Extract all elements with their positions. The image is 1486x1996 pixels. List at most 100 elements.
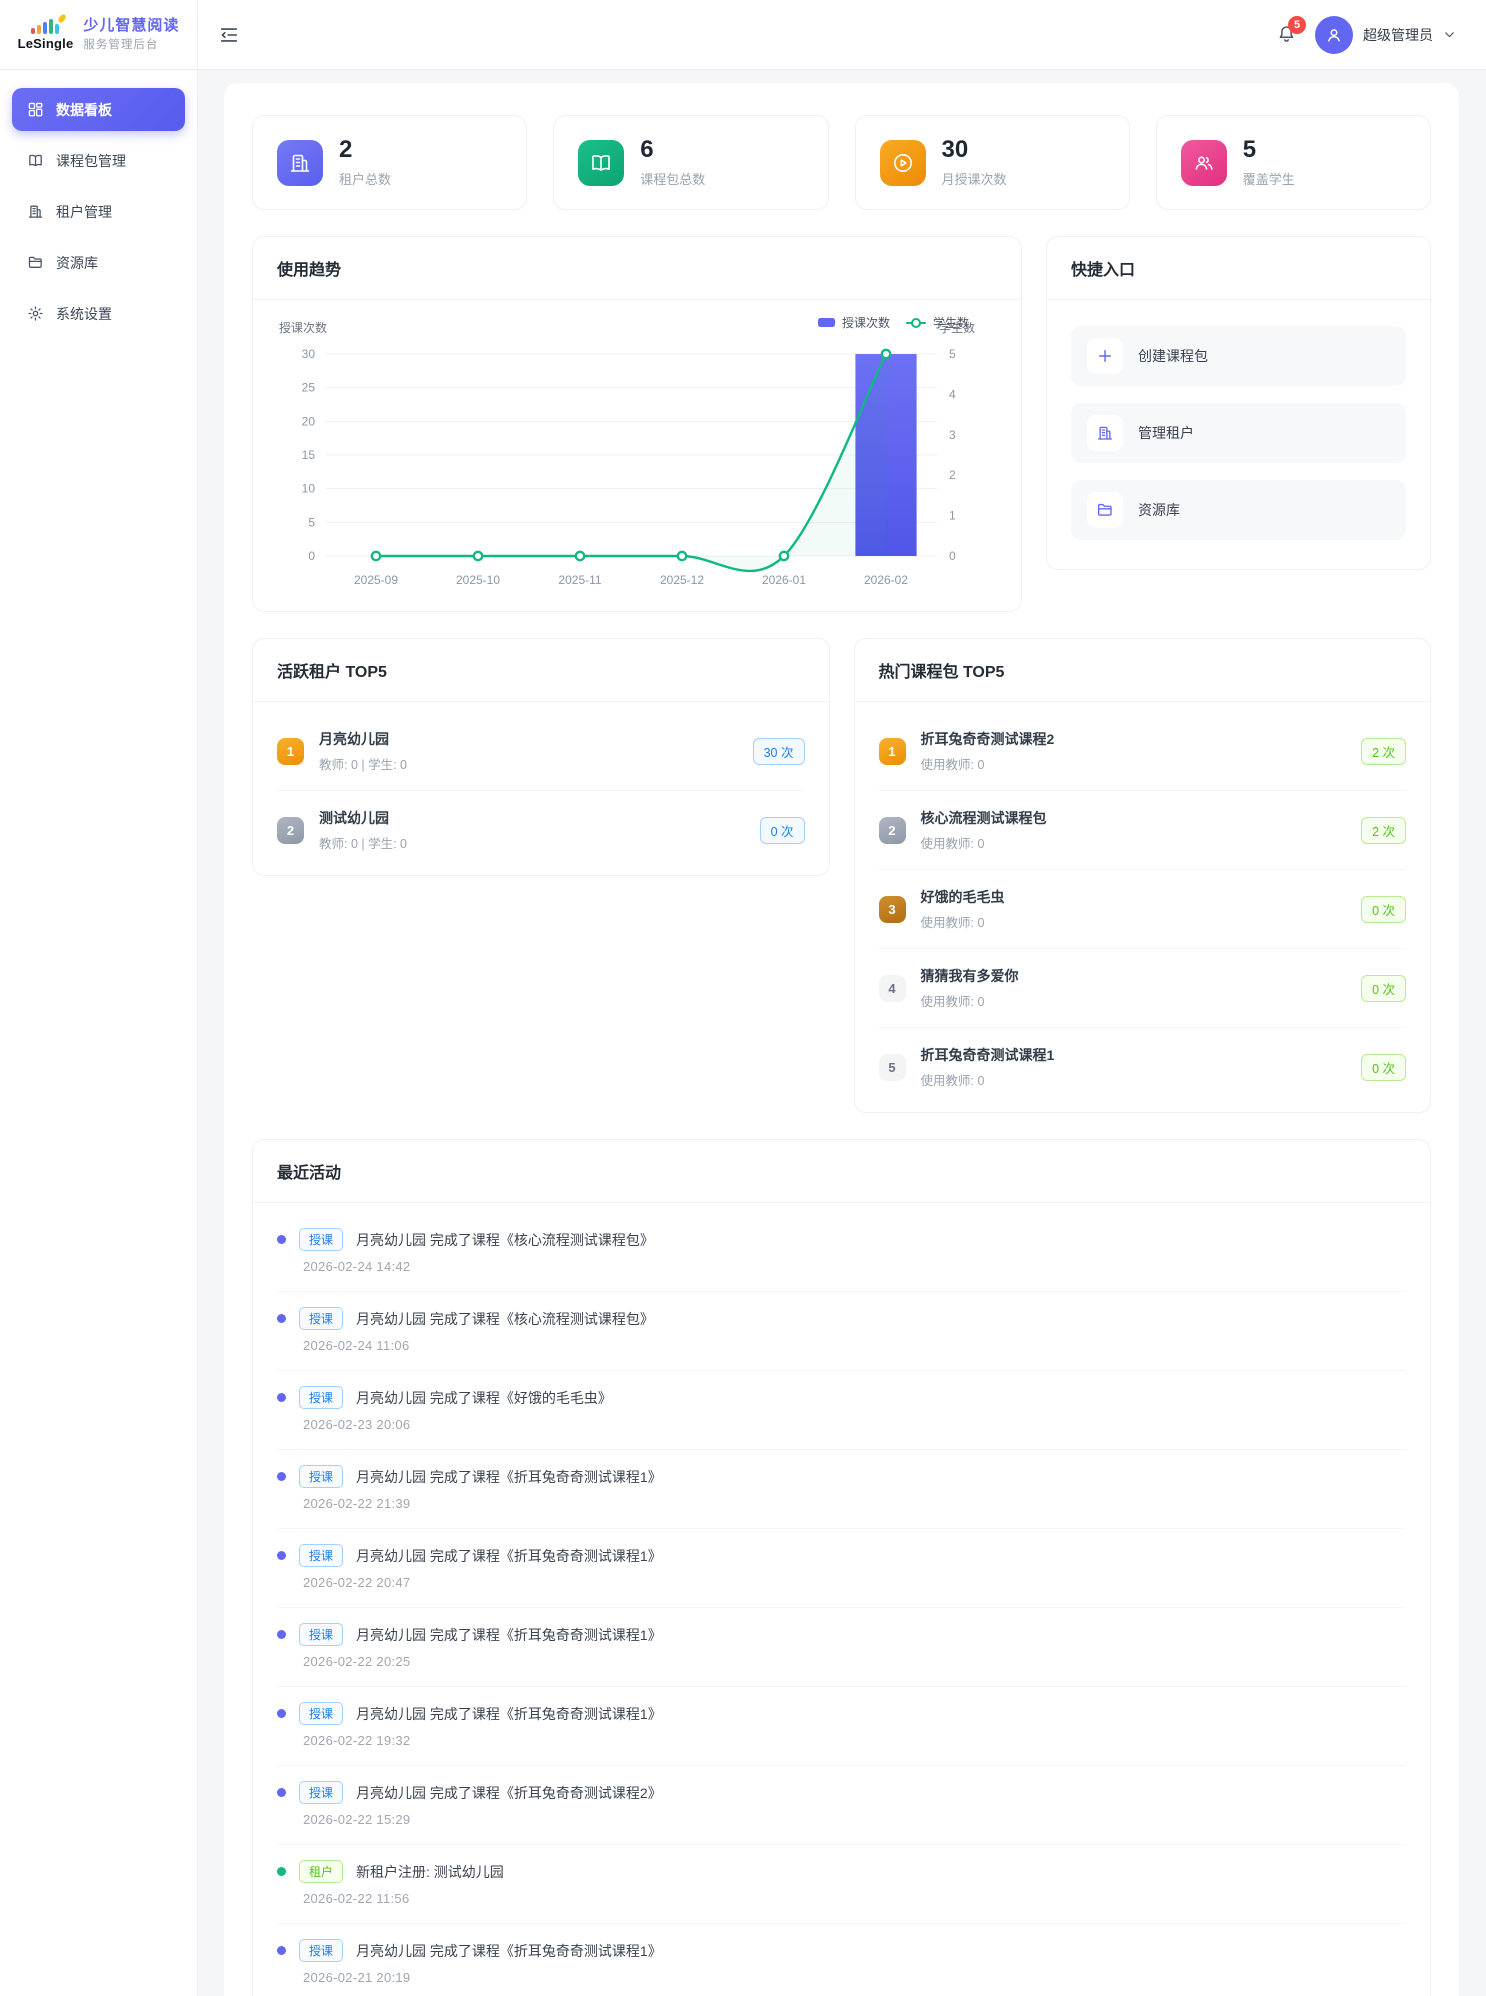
course-row: 3 好饿的毛毛虫 使用教师: 0 0 次 xyxy=(879,870,1407,949)
activity-text: 月亮幼儿园 完成了课程《折耳兔奇奇测试课程1》 xyxy=(356,1625,662,1645)
course-sub: 使用教师: 0 xyxy=(921,912,1005,931)
activity-time: 2026-02-22 19:32 xyxy=(303,1733,1406,1748)
gear-icon xyxy=(26,305,44,322)
activity-dot xyxy=(277,1314,286,1323)
course-name: 猜猜我有多爱你 xyxy=(921,966,1019,986)
main-content: 2 租户总数 6 课程包总数 xyxy=(198,70,1486,1996)
activity-time: 2026-02-23 20:06 xyxy=(303,1417,1406,1432)
building-icon xyxy=(1087,415,1123,451)
brand[interactable]: LeSingle 少儿智慧阅读 服务管理后台 xyxy=(0,0,198,69)
section-title: 快捷入口 xyxy=(1047,237,1430,300)
activity-row: 租户 新租户注册: 测试幼儿园 2026-02-22 11:56 xyxy=(277,1845,1406,1924)
activity-dot xyxy=(277,1709,286,1718)
activity-dot xyxy=(277,1867,286,1876)
avatar xyxy=(1315,16,1353,54)
quick-entry-create-course[interactable]: 创建课程包 xyxy=(1071,326,1406,386)
activity-time: 2026-02-22 20:25 xyxy=(303,1654,1406,1669)
activity-tag: 授课 xyxy=(299,1465,343,1488)
course-sub: 使用教师: 0 xyxy=(921,754,1055,773)
svg-text:20: 20 xyxy=(302,415,316,429)
activity-dot xyxy=(277,1946,286,1955)
chart-legend: 授课次数 学生数 xyxy=(818,314,969,331)
stat-value: 2 xyxy=(339,137,391,163)
quick-entry-manage-tenants[interactable]: 管理租户 xyxy=(1071,403,1406,463)
sidebar-item-settings[interactable]: 系统设置 xyxy=(12,292,185,335)
rank-badge: 2 xyxy=(277,817,304,844)
folder-icon xyxy=(1087,492,1123,528)
activity-dot xyxy=(277,1551,286,1560)
line-legend-swatch xyxy=(906,322,926,325)
sidebar-item-dashboard[interactable]: 数据看板 xyxy=(12,88,185,131)
svg-text:15: 15 xyxy=(302,448,316,462)
section-title: 热门课程包 TOP5 xyxy=(855,639,1431,702)
count-badge: 2 次 xyxy=(1361,738,1406,765)
rank-badge: 1 xyxy=(277,738,304,765)
quick-entry-resources[interactable]: 资源库 xyxy=(1071,480,1406,540)
rank-badge: 3 xyxy=(879,896,906,923)
stat-value: 30 xyxy=(942,137,1007,163)
app-subtitle: 服务管理后台 xyxy=(83,38,179,52)
course-name: 好饿的毛毛虫 xyxy=(921,887,1005,907)
count-badge: 0 次 xyxy=(1361,896,1406,923)
notification-bell-icon[interactable]: 5 xyxy=(1276,24,1297,45)
sidebar-item-resources[interactable]: 资源库 xyxy=(12,241,185,284)
rank-badge: 2 xyxy=(879,817,906,844)
hot-courses-card: 热门课程包 TOP5 1 折耳兔奇奇测试课程2 使用教师: 0 2 次 2 核心… xyxy=(854,638,1432,1113)
stat-card-tenants: 2 租户总数 xyxy=(252,115,527,210)
top-header: LeSingle 少儿智慧阅读 服务管理后台 5 xyxy=(0,0,1486,70)
sidebar-item-label: 数据看板 xyxy=(56,100,112,120)
activity-row: 授课 月亮幼儿园 完成了课程《核心流程测试课程包》 2026-02-24 11:… xyxy=(277,1292,1406,1371)
sidebar: 数据看板 课程包管理 租户管理 xyxy=(0,70,198,1996)
stat-label: 月授课次数 xyxy=(942,169,1007,188)
svg-text:10: 10 xyxy=(302,482,316,496)
tenant-name: 月亮幼儿园 xyxy=(319,729,407,749)
building-icon xyxy=(26,203,44,220)
count-badge: 30 次 xyxy=(753,738,805,765)
svg-text:2025-12: 2025-12 xyxy=(660,573,704,587)
svg-text:2025-11: 2025-11 xyxy=(558,573,601,587)
lesingle-logo-icon: LeSingle xyxy=(18,18,74,51)
activity-tag: 租户 xyxy=(299,1860,343,1883)
rank-badge: 5 xyxy=(879,1054,906,1081)
user-menu[interactable]: 超级管理员 xyxy=(1315,16,1456,54)
activity-time: 2026-02-22 20:47 xyxy=(303,1575,1406,1590)
svg-text:2025-09: 2025-09 xyxy=(354,573,398,587)
svg-text:2026-01: 2026-01 xyxy=(762,573,806,587)
activity-text: 月亮幼儿园 完成了课程《折耳兔奇奇测试课程1》 xyxy=(356,1941,662,1961)
activity-text: 月亮幼儿园 完成了课程《核心流程测试课程包》 xyxy=(356,1230,654,1250)
quick-entry-label: 资源库 xyxy=(1138,500,1180,520)
user-name: 超级管理员 xyxy=(1363,25,1433,45)
count-badge: 2 次 xyxy=(1361,817,1406,844)
svg-text:2: 2 xyxy=(949,469,956,483)
course-name: 折耳兔奇奇测试课程1 xyxy=(921,1045,1055,1065)
stat-cards: 2 租户总数 6 课程包总数 xyxy=(252,115,1431,210)
quick-entry-label: 管理租户 xyxy=(1138,423,1194,443)
play-icon xyxy=(880,140,926,186)
activity-time: 2026-02-22 21:39 xyxy=(303,1496,1406,1511)
sidebar-item-label: 租户管理 xyxy=(56,202,112,222)
sidebar-item-tenants[interactable]: 租户管理 xyxy=(12,190,185,233)
svg-text:25: 25 xyxy=(302,381,316,395)
usage-trend-card: 使用趋势 授课次数 学生数 0510152025300123452025-092… xyxy=(252,236,1022,612)
activity-row: 授课 月亮幼儿园 完成了课程《折耳兔奇奇测试课程1》 2026-02-22 20… xyxy=(277,1608,1406,1687)
book-icon xyxy=(26,152,44,169)
activity-row: 授课 月亮幼儿园 完成了课程《折耳兔奇奇测试课程2》 2026-02-22 15… xyxy=(277,1766,1406,1845)
stat-card-monthly-lessons: 30 月授课次数 xyxy=(855,115,1130,210)
svg-text:0: 0 xyxy=(949,549,956,563)
sidebar-item-course-packages[interactable]: 课程包管理 xyxy=(12,139,185,182)
plus-icon xyxy=(1087,338,1123,374)
activity-row: 授课 月亮幼儿园 完成了课程《好饿的毛毛虫》 2026-02-23 20:06 xyxy=(277,1371,1406,1450)
course-name: 核心流程测试课程包 xyxy=(921,808,1047,828)
activity-tag: 授课 xyxy=(299,1228,343,1251)
sidebar-collapse-icon[interactable] xyxy=(218,24,240,46)
course-name: 折耳兔奇奇测试课程2 xyxy=(921,729,1055,749)
svg-text:5: 5 xyxy=(308,516,315,530)
svg-text:30: 30 xyxy=(302,347,316,361)
activity-row: 授课 月亮幼儿园 完成了课程《折耳兔奇奇测试课程1》 2026-02-22 21… xyxy=(277,1450,1406,1529)
stat-label: 租户总数 xyxy=(339,169,391,188)
activity-row: 授课 月亮幼儿园 完成了课程《折耳兔奇奇测试课程1》 2026-02-21 20… xyxy=(277,1924,1406,1996)
quick-entry-label: 创建课程包 xyxy=(1138,346,1208,366)
app-title: 少儿智慧阅读 xyxy=(83,17,179,36)
building-icon xyxy=(277,140,323,186)
activity-dot xyxy=(277,1788,286,1797)
